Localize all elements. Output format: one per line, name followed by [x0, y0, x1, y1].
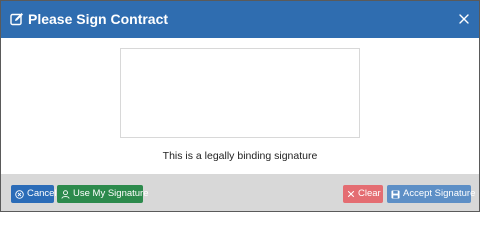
dialog-footer: Cancel Use My Signature Clear Accept Sig…	[1, 174, 479, 211]
edit-icon	[10, 12, 24, 26]
save-icon	[391, 189, 400, 199]
use-my-signature-button[interactable]: Use My Signature	[57, 185, 149, 203]
clear-button[interactable]: Clear	[343, 185, 383, 203]
user-icon	[61, 189, 70, 199]
close-icon[interactable]	[457, 12, 471, 26]
signature-note: This is a legally binding signature	[162, 150, 318, 162]
clear-label: Clear	[358, 188, 381, 199]
signature-pad[interactable]	[120, 48, 360, 138]
x-icon	[347, 190, 355, 198]
circle-x-icon	[15, 189, 24, 199]
cancel-button[interactable]: Cancel	[11, 185, 57, 203]
accept-signature-label: Accept Signature	[403, 188, 476, 199]
sign-contract-dialog: Please Sign Contract This is a legally b…	[0, 0, 480, 212]
dialog-title: Please Sign Contract	[28, 11, 169, 27]
accept-signature-button[interactable]: Accept Signature	[387, 185, 475, 203]
use-my-signature-label: Use My Signature	[73, 188, 149, 199]
cancel-label: Cancel	[27, 188, 57, 199]
dialog-header: Please Sign Contract	[1, 1, 479, 38]
